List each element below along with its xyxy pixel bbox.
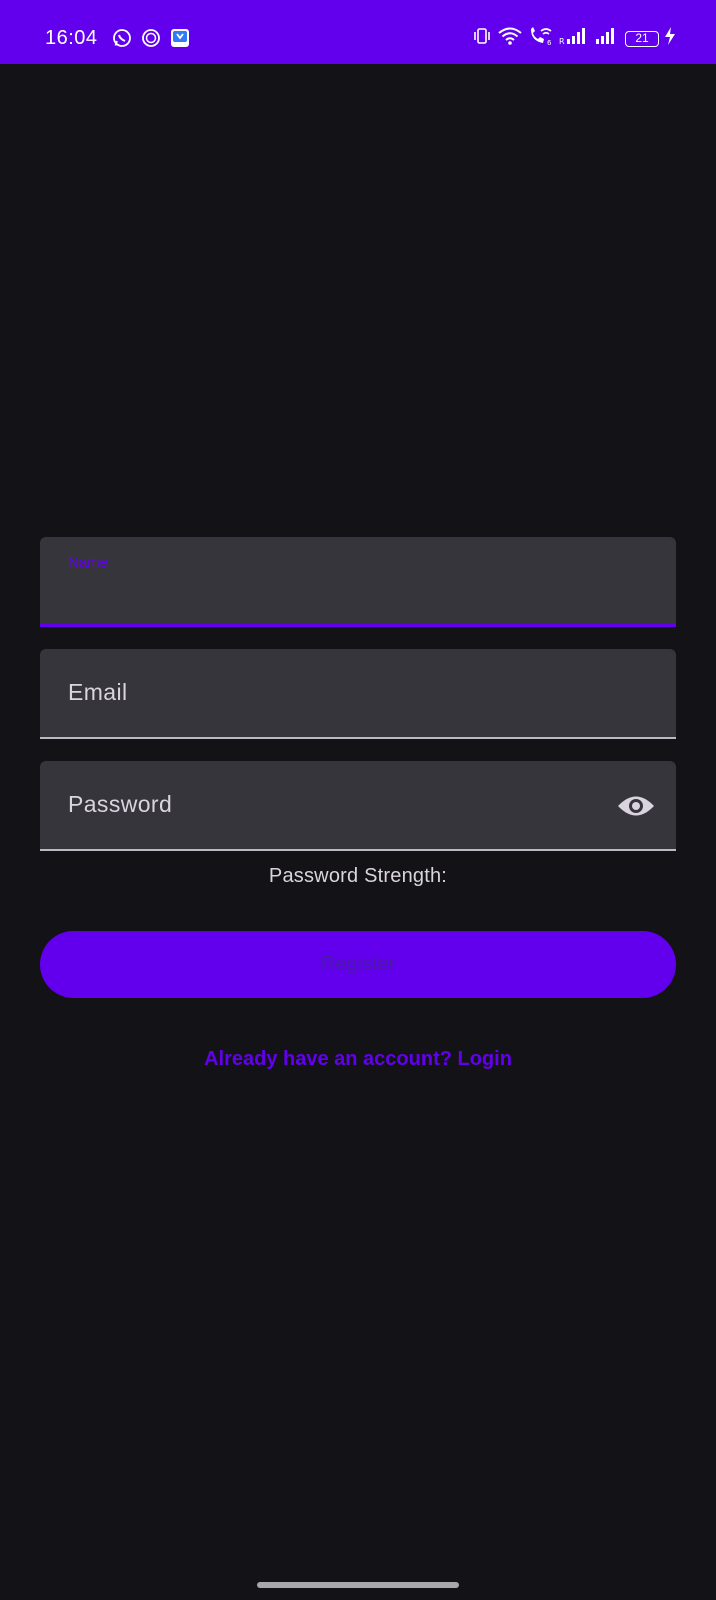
status-time: 16:04 — [45, 27, 98, 49]
eye-icon[interactable] — [616, 791, 656, 821]
svg-text:6: 6 — [547, 39, 552, 46]
name-field[interactable]: Name — [40, 537, 676, 627]
svg-text:R: R — [559, 37, 565, 46]
s-circle-icon — [141, 28, 161, 53]
password-strength-label: Password Strength: — [268, 865, 448, 887]
password-field[interactable]: Password — [40, 761, 676, 851]
name-label: Name — [68, 554, 109, 571]
notification-icons — [112, 28, 190, 53]
signal-r-icon: R — [559, 26, 589, 51]
whatsapp-icon — [112, 28, 132, 53]
system-icons: 6 R 21 — [472, 26, 676, 51]
status-bar: 16:04 6 R 21 — [0, 0, 716, 64]
battery-icon: 21 — [625, 30, 659, 48]
signal-icon — [594, 26, 620, 51]
navigation-handle[interactable] — [257, 1582, 459, 1588]
vibrate-icon — [472, 26, 492, 51]
charging-icon — [664, 26, 676, 51]
battery-level: 21 — [625, 30, 659, 47]
email-field[interactable]: Email — [40, 649, 676, 739]
app-store-icon — [170, 28, 190, 53]
wifi-calling-icon: 6 — [528, 26, 554, 51]
password-label: Password — [68, 791, 173, 817]
email-label: Email — [68, 679, 128, 705]
login-link[interactable]: Already have an account? Login — [0, 1048, 716, 1071]
wifi-icon — [497, 26, 523, 51]
register-button[interactable]: Register — [40, 931, 676, 998]
